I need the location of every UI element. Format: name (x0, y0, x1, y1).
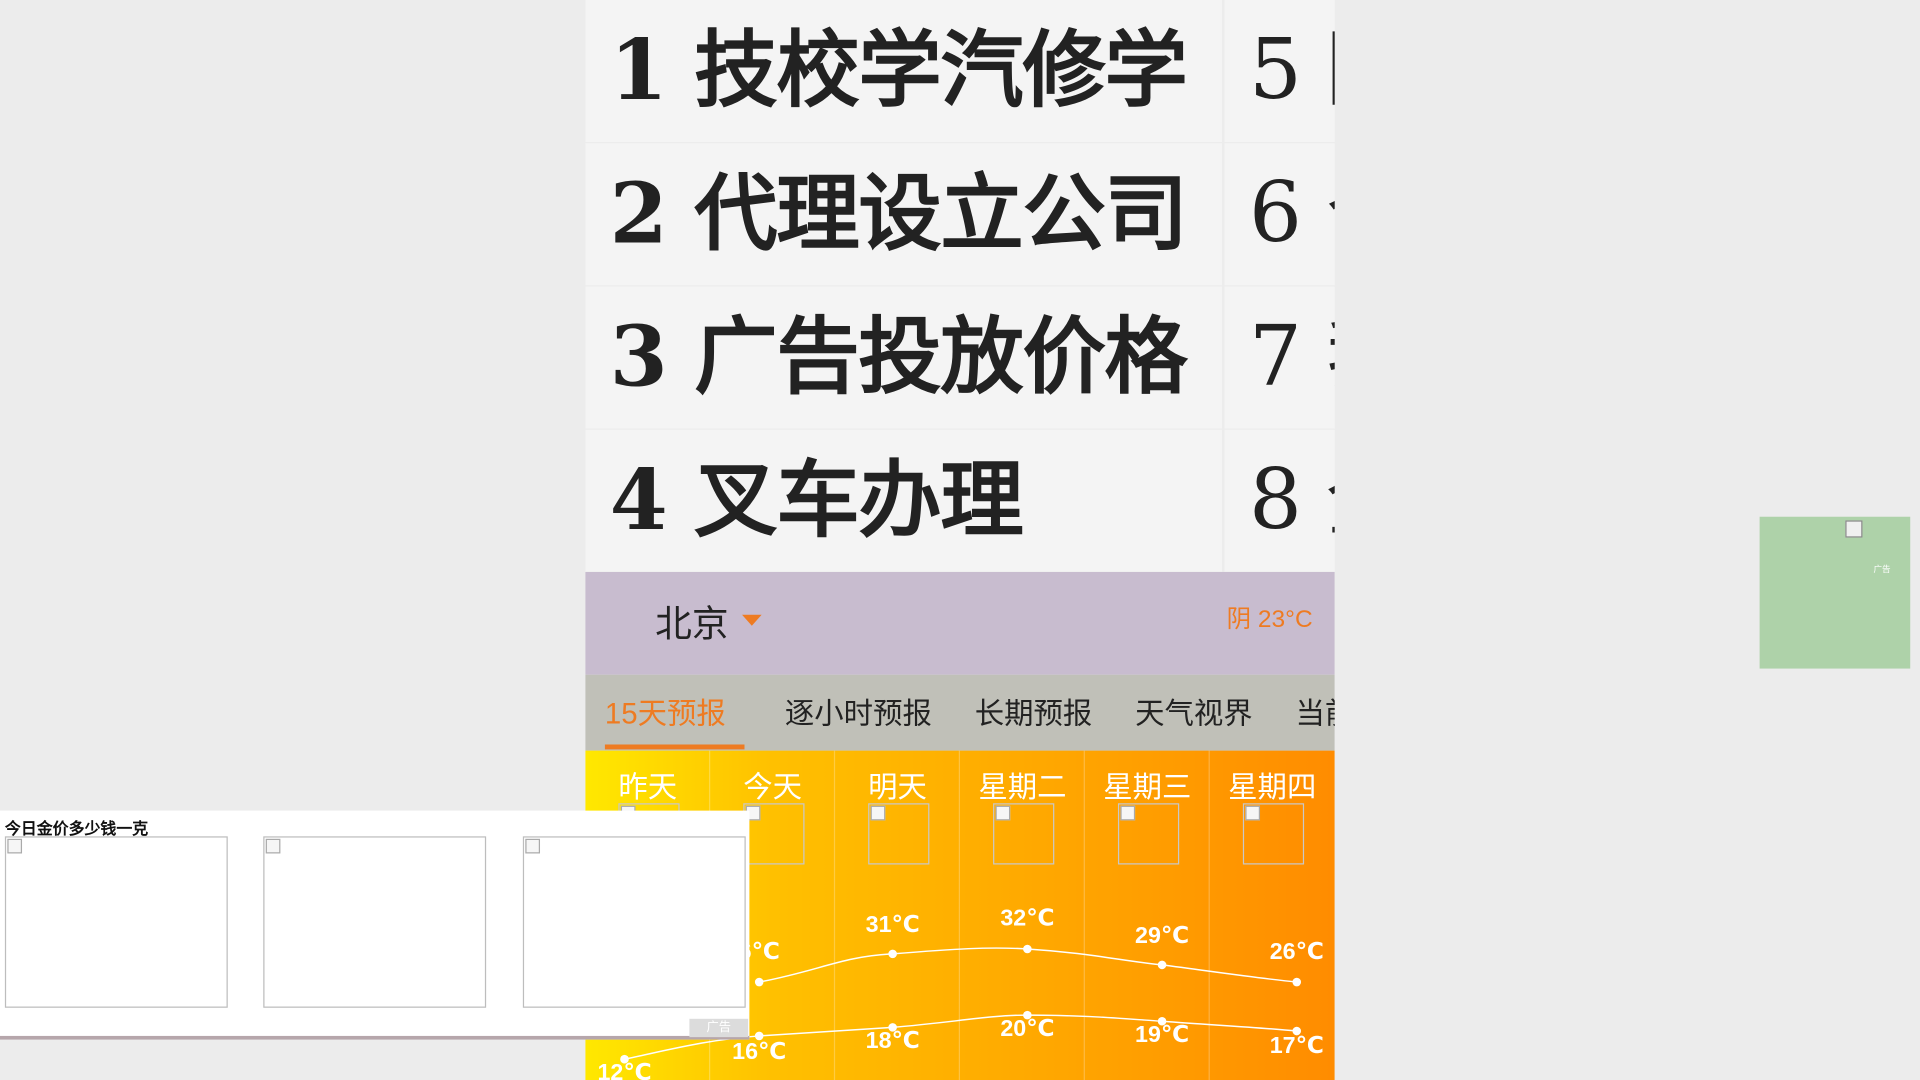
keyword-link-6[interactable]: 6 个 (1224, 143, 1335, 286)
tab-hourly-forecast[interactable]: 逐小时预报 (785, 689, 932, 732)
keyword-text: 3 广告投放价格 (609, 308, 1188, 407)
ad-image[interactable] (263, 836, 487, 1008)
gold-price-ad[interactable]: 今日金价多少钱一克 广告 (0, 810, 750, 1040)
tab-15-day-forecast[interactable]: 15天预报 (605, 689, 726, 732)
city-selector[interactable]: 北京 (655, 594, 728, 648)
current-weather: 阴 23°C (1226, 606, 1313, 634)
ad-image[interactable] (522, 836, 746, 1008)
ad-image[interactable] (1845, 520, 1863, 538)
page-viewport: 1 技校学汽修学 2 代理设立公司 3 广告投放价格 4 叉车办理 5 陈 6 … (0, 0, 1920, 1080)
low-temp-label: 20℃ (1000, 1015, 1054, 1041)
tab-weather-vision[interactable]: 天气视界 (1135, 689, 1253, 732)
keyword-table: 1 技校学汽修学 2 代理设立公司 3 广告投放价格 4 叉车办理 5 陈 6 … (585, 0, 1335, 572)
ad-label: 广告 (1873, 565, 1891, 575)
keyword-link-5[interactable]: 5 陈 (1224, 0, 1335, 143)
ad-badge[interactable]: 广告 (689, 1018, 749, 1038)
keyword-text: 6 个 (1248, 165, 1335, 263)
keyword-link-1[interactable]: 1 技校学汽修学 (585, 0, 1223, 143)
high-temp-point (1023, 944, 1032, 954)
keyword-link-2[interactable]: 2 代理设立公司 (585, 143, 1223, 286)
low-temp-label: 12℃ (597, 1059, 651, 1080)
low-temp-label: 17℃ (1270, 1032, 1324, 1058)
ad-image[interactable] (4, 836, 228, 1008)
keyword-text: 2 代理设立公司 (609, 165, 1188, 264)
keyword-text: 1 技校学汽修学 (609, 22, 1188, 121)
keyword-text: 4 叉车办理 (609, 451, 1024, 550)
high-temp-point (1292, 977, 1302, 987)
side-ad[interactable]: 广告 (1759, 516, 1911, 669)
keyword-link-3[interactable]: 3 广告投放价格 (585, 286, 1223, 429)
ad-title[interactable]: 今日金价多少钱一克 (5, 816, 148, 839)
high-temp-point (888, 949, 897, 959)
keyword-text: 7 我 (1248, 308, 1335, 406)
active-tab-indicator (604, 744, 745, 750)
low-temp-label: 18℃ (866, 1027, 920, 1053)
keyword-text: 5 陈 (1248, 22, 1335, 119)
high-temp-point (754, 977, 764, 987)
low-temp-label: 19℃ (1135, 1021, 1189, 1047)
tab-current[interactable]: 当前 (1296, 689, 1335, 732)
high-temp-label: 29℃ (1135, 922, 1189, 948)
keyword-link-8[interactable]: 8 全 (1224, 429, 1335, 572)
low-temp-label: 16℃ (732, 1038, 786, 1064)
chevron-down-icon[interactable] (742, 614, 762, 626)
high-temp-label: 32℃ (1000, 905, 1054, 931)
keyword-link-4[interactable]: 4 叉车办理 (585, 429, 1223, 572)
high-temp-label: 31℃ (866, 911, 920, 937)
high-temp-point (1157, 960, 1167, 970)
keyword-link-7[interactable]: 7 我 (1224, 286, 1335, 429)
tab-long-term-forecast[interactable]: 长期预报 (975, 689, 1093, 732)
weather-header: 北京 阴 23°C (585, 571, 1335, 675)
forecast-tabs: 15天预报 逐小时预报 长期预报 天气视界 当前 (585, 674, 1335, 751)
high-temp-label: 26℃ (1270, 938, 1324, 964)
keyword-text: 8 全 (1248, 451, 1335, 549)
